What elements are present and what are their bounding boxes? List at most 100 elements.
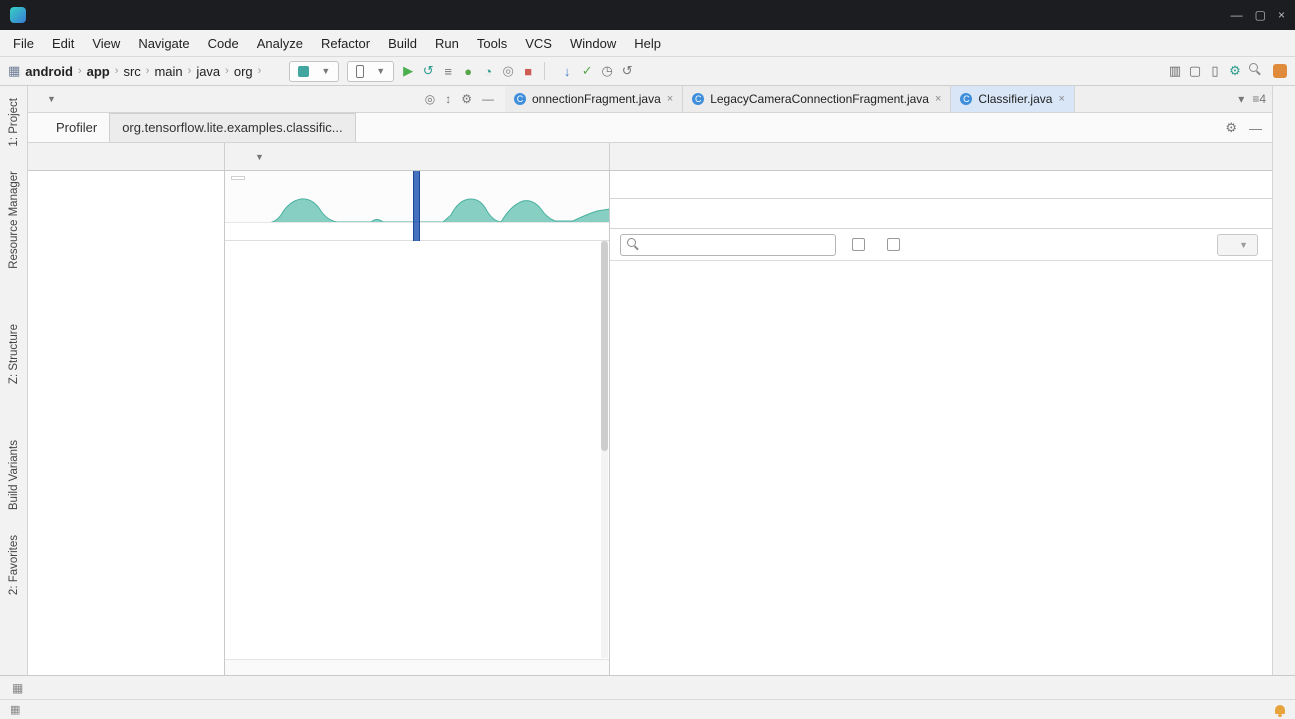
menu-item[interactable]: Build <box>379 36 426 51</box>
search-field[interactable] <box>620 234 836 256</box>
menu-item[interactable]: Run <box>426 36 468 51</box>
tool-window-button[interactable]: 2: Favorites <box>8 535 20 595</box>
device-select[interactable]: ▼ <box>347 61 394 82</box>
menu-item[interactable]: Edit <box>43 36 83 51</box>
minimize-button[interactable]: — <box>1231 8 1243 22</box>
sessions-panel <box>28 171 225 675</box>
class-icon: C <box>514 93 526 105</box>
main-area: 1: Project Resource Manager Z: Structure Bu… <box>0 86 1295 675</box>
stop-button[interactable]: ■ <box>518 64 538 79</box>
scrollbar-thumb[interactable] <box>601 241 608 451</box>
match-case-checkbox[interactable] <box>852 238 871 251</box>
toolbar-right: ▥▢▯⚙ <box>1165 63 1287 79</box>
tab-extras: ▾ ≡4 <box>1232 86 1272 112</box>
profiler-header-strip: ▼ <box>28 143 1272 171</box>
android-studio-window: — ▢ × FileEditViewNavigateCodeAnalyzeRefac… <box>0 0 1295 719</box>
tool-window-toggle-icon[interactable]: ▦ <box>10 703 20 716</box>
profile-button[interactable]: ◔ <box>478 64 498 79</box>
clock-mode-select[interactable]: ▼ <box>1217 234 1258 256</box>
breadcrumb-item[interactable]: main› <box>153 64 195 79</box>
notification-bell-icon[interactable] <box>1275 705 1285 714</box>
run-button[interactable]: ▶ <box>398 63 418 79</box>
menu-item[interactable]: Tools <box>468 36 516 51</box>
git-update-button[interactable]: ↓ <box>557 64 577 79</box>
run-config-select[interactable]: ▼ <box>289 61 339 82</box>
breadcrumb-item[interactable]: app› <box>86 64 123 79</box>
profiler-tab-row: Profilerorg.tensorflow.lite.examples.cla… <box>28 113 1272 143</box>
phone-icon <box>356 65 364 78</box>
nav-row: ▼ ◎↕⚙— C onnectionFragment.java × <box>28 86 1272 113</box>
class-icon: C <box>692 93 704 105</box>
breadcrumb-item[interactable]: java› <box>195 64 233 79</box>
menu-item[interactable]: Refactor <box>312 36 379 51</box>
chevron-right-icon: › <box>221 65 233 77</box>
module-icon: ▦ <box>8 63 20 79</box>
tool-window-button[interactable]: Z: Structure <box>8 324 20 384</box>
profiler-settings-icon[interactable]: ⚙ <box>1225 120 1237 136</box>
menu-item[interactable]: VCS <box>516 36 561 51</box>
git-commit-button[interactable]: ✓ <box>577 63 597 79</box>
avatar[interactable] <box>1273 64 1287 78</box>
search-everywhere-icon[interactable] <box>1245 63 1265 79</box>
menu-item[interactable]: Help <box>625 36 670 51</box>
chevron-down-icon: ▼ <box>47 94 56 104</box>
menu-item[interactable]: Window <box>561 36 625 51</box>
toolbar-actions: ▶↺≡●◔◎■ <box>398 63 538 79</box>
emulator-icon[interactable]: ▢ <box>1185 63 1205 79</box>
profiler-tab[interactable]: Profiler <box>44 114 109 142</box>
selection-range-handle[interactable] <box>413 171 420 241</box>
editor-tab-bar: C onnectionFragment.java × C LegacyCamer… <box>505 86 1232 112</box>
left-tool-strip: 1: Project Resource Manager Z: Structure Bu… <box>0 86 28 675</box>
regex-checkbox[interactable] <box>887 238 906 251</box>
tool-windows-icon[interactable]: ▥ <box>1165 63 1185 79</box>
bottom-time-ruler <box>225 659 609 675</box>
divider <box>544 62 545 80</box>
breadcrumb: android› app› src› main› java› org› <box>24 64 265 79</box>
git-rollback-button[interactable]: ↺ <box>617 63 637 79</box>
chevron-down-icon: ▼ <box>255 152 264 162</box>
close-button[interactable]: × <box>1278 8 1285 22</box>
cpu-header: ▼ <box>225 143 610 170</box>
apply-changes-button[interactable]: ↺ <box>418 63 438 79</box>
analysis-tab-bar <box>610 171 1272 199</box>
editor-tab[interactable]: C onnectionFragment.java × <box>505 86 683 112</box>
debug-button[interactable]: ● <box>458 64 478 79</box>
tool-window-button[interactable]: 1: Project <box>8 98 20 147</box>
editor-tab[interactable]: C Classifier.java × <box>951 86 1074 112</box>
apply-code-changes-button[interactable]: ≡ <box>438 64 458 79</box>
tracks-scrollbar[interactable] <box>601 241 608 658</box>
menu-item[interactable]: Analyze <box>248 36 312 51</box>
hide-profiler-icon[interactable]: — <box>1249 121 1262 136</box>
menu-item[interactable]: File <box>4 36 43 51</box>
chevron-right-icon: › <box>142 65 154 77</box>
breadcrumb-item[interactable]: android› <box>24 64 85 79</box>
chevron-down-icon: ▼ <box>376 66 385 76</box>
sdk-manager-icon[interactable]: ⚙ <box>1225 63 1245 79</box>
attach-debugger-icon[interactable]: ◎ <box>498 63 518 79</box>
menu-item[interactable]: View <box>83 36 129 51</box>
close-tab-icon[interactable]: × <box>935 93 941 105</box>
expand-collapse-icon[interactable]: ↕ <box>440 92 456 106</box>
hidden-tabs-icon[interactable]: ▾ <box>1238 92 1244 106</box>
close-tab-icon[interactable]: × <box>667 93 673 105</box>
maximize-button[interactable]: ▢ <box>1255 8 1266 22</box>
locate-file-icon[interactable]: ◎ <box>420 92 440 106</box>
search-input[interactable] <box>646 237 829 253</box>
tab-list-icon[interactable]: ≡4 <box>1252 92 1266 106</box>
tool-window-switcher-icon[interactable]: ▦ <box>6 681 29 695</box>
thread-tracks <box>225 241 609 659</box>
breadcrumb-item[interactable]: src› <box>122 64 153 79</box>
view-settings-icon[interactable]: ⚙ <box>456 92 477 106</box>
menu-item[interactable]: Navigate <box>129 36 198 51</box>
profiler-tab[interactable]: org.tensorflow.lite.examples.classific..… <box>109 113 355 142</box>
tool-window-button[interactable]: Build Variants <box>8 440 20 510</box>
git-history-button[interactable]: ◷ <box>597 63 617 79</box>
breadcrumb-item[interactable]: org› <box>233 64 265 79</box>
tool-window-button[interactable]: Resource Manager <box>8 171 20 269</box>
window-controls: — ▢ × <box>1231 8 1285 22</box>
editor-tab[interactable]: C LegacyCameraConnectionFragment.java × <box>683 86 951 112</box>
menu-item[interactable]: Code <box>199 36 248 51</box>
close-tab-icon[interactable]: × <box>1058 93 1064 105</box>
hide-panel-icon[interactable]: — <box>477 92 499 106</box>
device-manager-icon[interactable]: ▯ <box>1205 63 1225 79</box>
